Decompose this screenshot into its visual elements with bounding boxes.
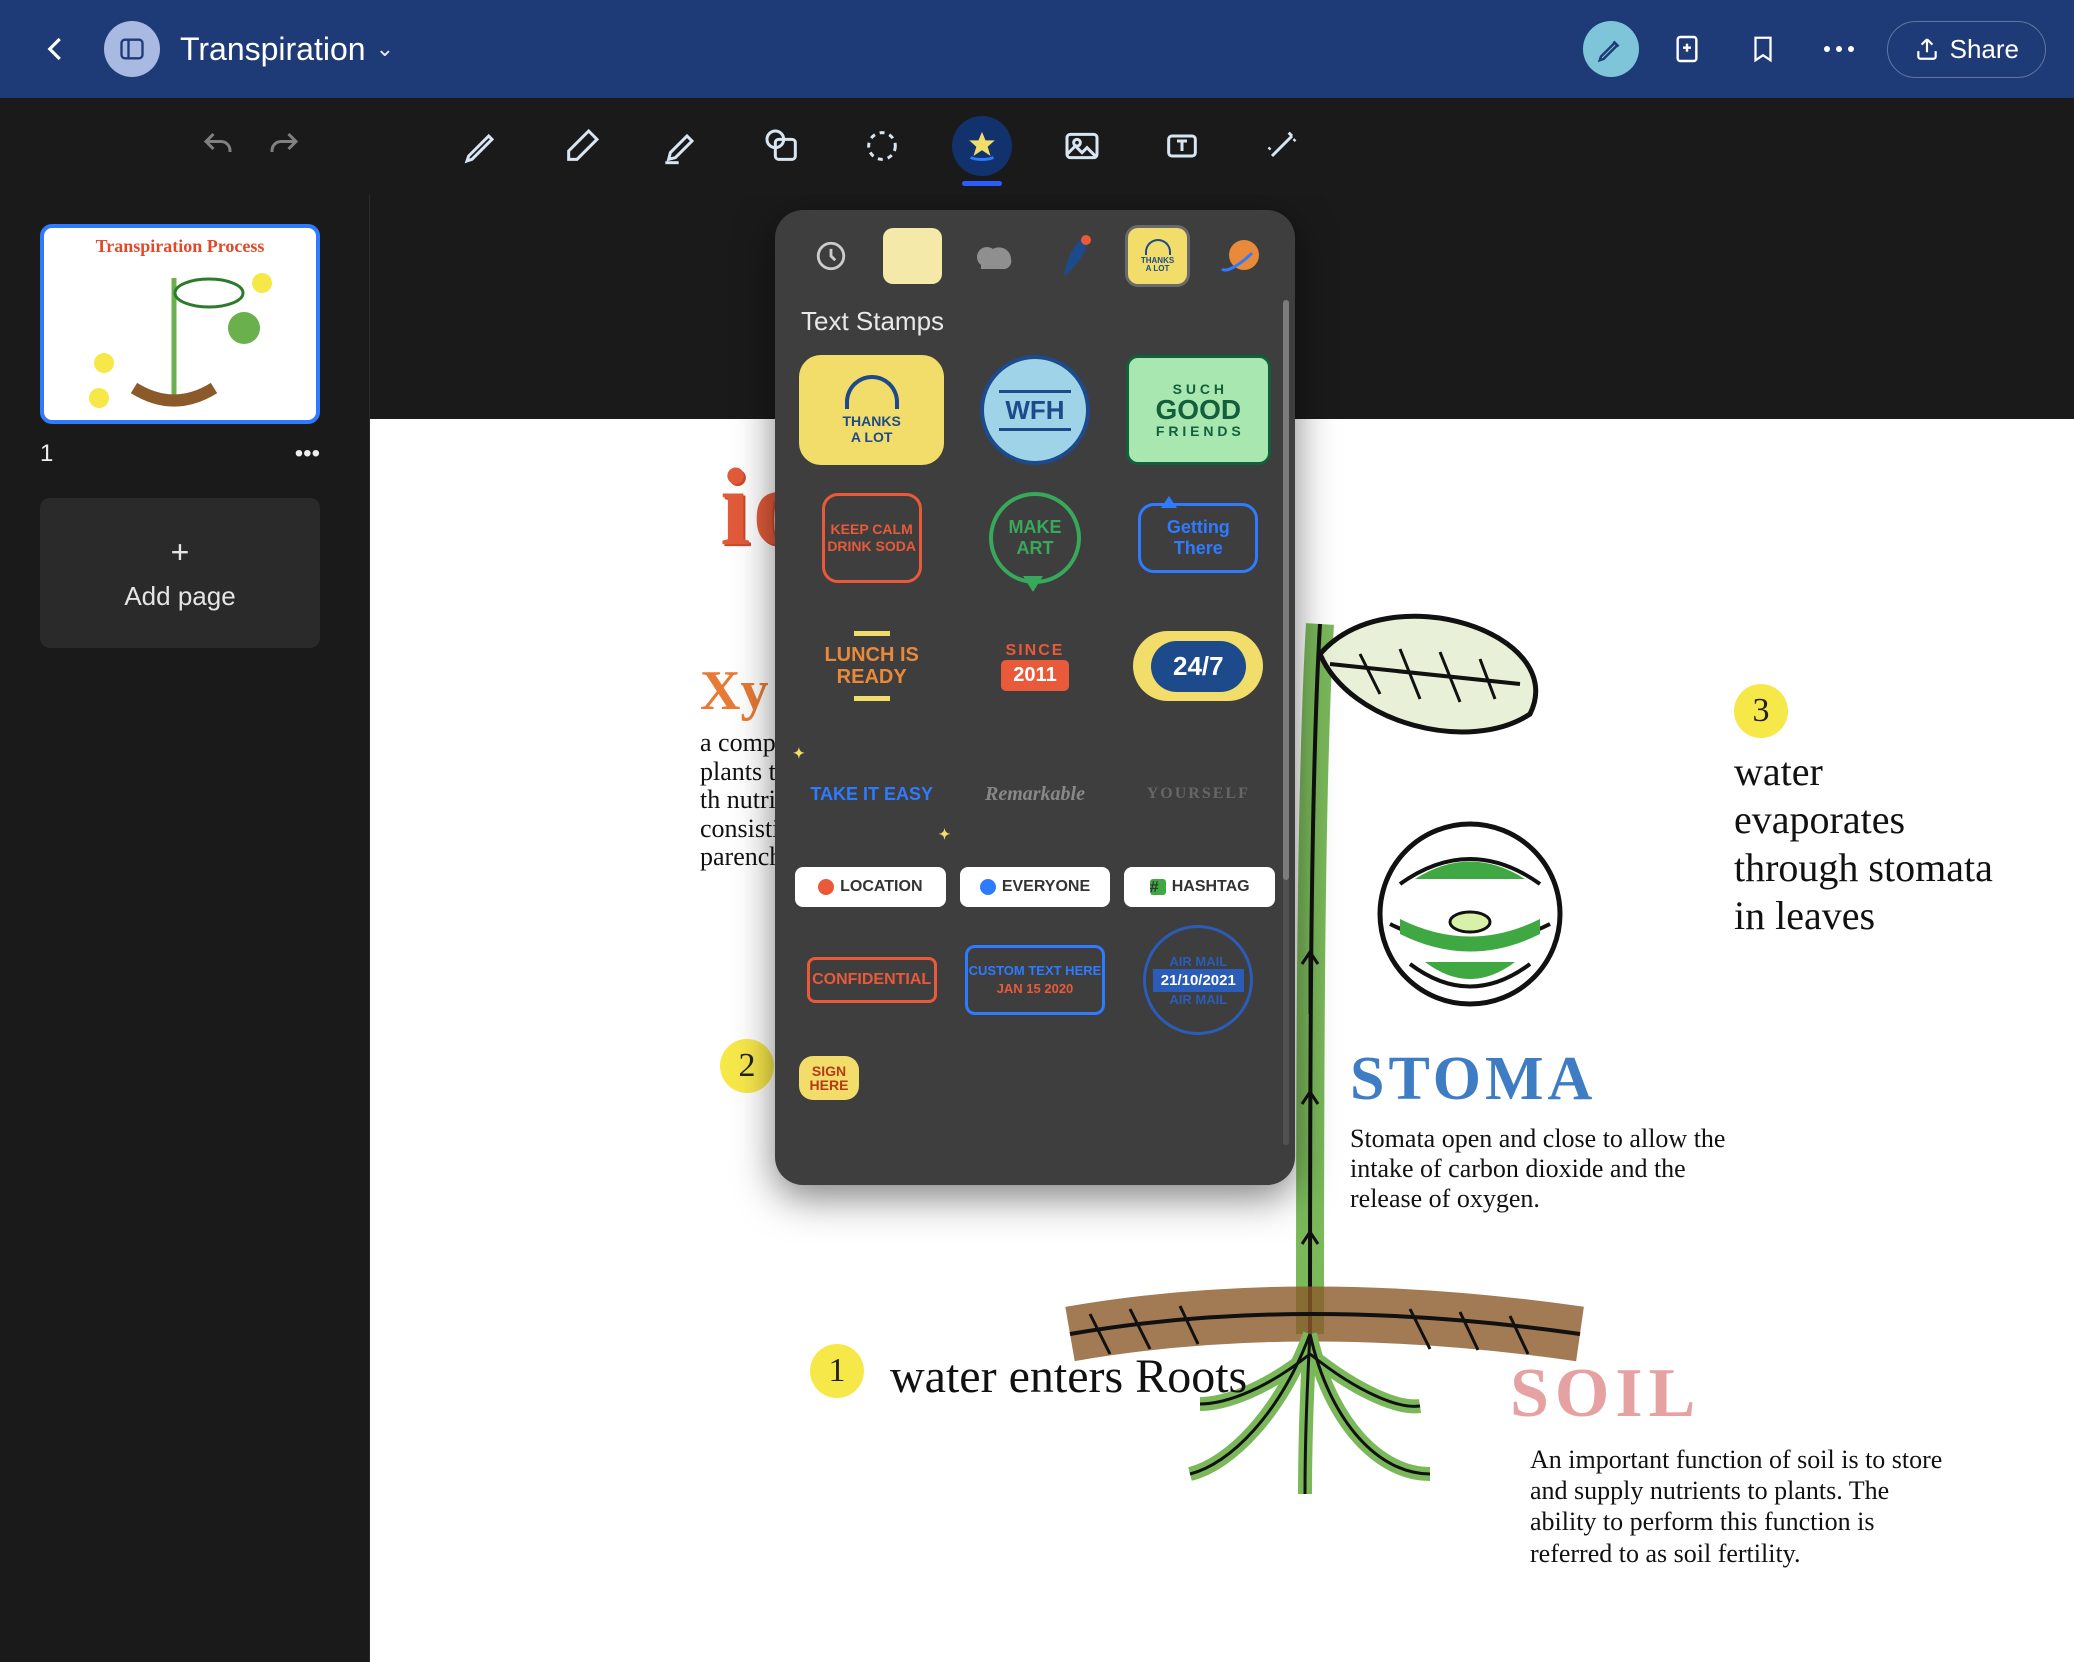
- tab-planets[interactable]: [1209, 228, 1269, 284]
- sticker-good-friends[interactable]: S U C H GOOD F R I E N D S: [1126, 355, 1271, 465]
- canvas-area[interactable]: ion Process Xy a comp plants t and th nu…: [370, 194, 2074, 1662]
- sticker-keep-calm[interactable]: KEEP CALM DRINK SODA: [799, 483, 944, 593]
- plus-icon: +: [171, 534, 190, 571]
- sticker-grid: THANKS A LOT WFH S U C H GOOD F R I E N …: [795, 355, 1275, 849]
- step-3-badge: 3: [1734, 684, 1788, 738]
- bookmark-button[interactable]: [1735, 21, 1791, 77]
- drawing-toolbar: [0, 98, 2074, 194]
- sticker-since-2011[interactable]: SINCE 2011: [962, 611, 1107, 721]
- page-sidebar: Transpiration Process 1 ••• + Add page: [0, 194, 370, 1662]
- tab-sticky-notes[interactable]: [883, 228, 943, 284]
- more-options-button[interactable]: [1811, 21, 1867, 77]
- stoma-text: Stomata open and close to allow the inta…: [1350, 1124, 1750, 1214]
- pen-mode-button[interactable]: [1583, 21, 1639, 77]
- step-2-badge: 2: [720, 1039, 774, 1093]
- document-title-dropdown[interactable]: Transpiration ⌄: [180, 31, 394, 68]
- page-number: 1: [40, 440, 53, 468]
- popover-scrollbar[interactable]: [1283, 300, 1289, 1145]
- sticker-tool[interactable]: [952, 116, 1012, 176]
- sticker-thanks-a-lot[interactable]: THANKS A LOT: [799, 355, 944, 465]
- tab-text-stamps[interactable]: THANKS A LOT: [1128, 228, 1188, 284]
- lasso-tool[interactable]: [852, 116, 912, 176]
- sticker-remarkable[interactable]: Remarkable: [962, 739, 1107, 849]
- pen-tool[interactable]: [452, 116, 512, 176]
- add-page-button[interactable]: + Add page: [40, 498, 320, 648]
- eraser-tool[interactable]: [552, 116, 612, 176]
- soil-label: SOIL: [1510, 1354, 1701, 1434]
- step-2-block: 2: [720, 1039, 774, 1103]
- stoma-label: STOMA: [1350, 1044, 1596, 1115]
- highlighter-tool[interactable]: [652, 116, 712, 176]
- sticker-take-it-easy[interactable]: TAKE IT EASY: [799, 739, 944, 849]
- tab-recent[interactable]: [801, 228, 861, 284]
- share-button[interactable]: Share: [1887, 21, 2046, 78]
- chevron-down-icon: ⌄: [376, 36, 394, 62]
- sticker-grid-2: CONFIDENTIAL CUSTOM TEXT HERE JAN 15 202…: [795, 925, 1275, 1103]
- sticker-popover: THANKS A LOT Text Stamps THANKS A LOT WF…: [775, 210, 1295, 1185]
- xylem-label: Xy: [700, 659, 768, 723]
- sticker-confidential[interactable]: CONFIDENTIAL: [799, 925, 944, 1035]
- sticker-custom-text[interactable]: CUSTOM TEXT HERE JAN 15 2020: [962, 925, 1107, 1035]
- back-button[interactable]: [28, 21, 84, 77]
- document-title-text: Transpiration: [180, 31, 366, 68]
- sticker-wfh[interactable]: WFH: [962, 355, 1107, 465]
- sticker-category-tabs: THANKS A LOT: [795, 228, 1275, 284]
- step-1-text: water enters Roots: [890, 1350, 1247, 1403]
- text-tool[interactable]: [1152, 116, 1212, 176]
- page-more-button[interactable]: •••: [295, 440, 320, 468]
- shape-tool[interactable]: [752, 116, 812, 176]
- tab-feather[interactable]: [1046, 228, 1106, 284]
- step-3-block: 3 water evaporates through stomata in le…: [1734, 684, 1994, 940]
- share-label: Share: [1950, 34, 2019, 65]
- new-page-button[interactable]: [1659, 21, 1715, 77]
- step-1-badge: 1: [810, 1344, 864, 1398]
- sticker-sign-here[interactable]: SIGN HERE: [799, 1053, 944, 1103]
- sticker-tool-icon: [952, 116, 1012, 176]
- soil-text: An important function of soil is to stor…: [1530, 1444, 1950, 1569]
- sticker-lunch-ready[interactable]: LUNCH IS READY: [799, 611, 944, 721]
- sticker-getting-there[interactable]: Getting There: [1126, 483, 1271, 593]
- sticker-24-7[interactable]: 24/7: [1126, 611, 1271, 721]
- step-1-block: 1 water enters Roots: [890, 1349, 1247, 1404]
- main-area: Transpiration Process 1 ••• + Add page: [0, 194, 2074, 1662]
- undo-button[interactable]: [200, 128, 236, 164]
- popover-section-title: Text Stamps: [801, 306, 1275, 337]
- page-thumbnail[interactable]: Transpiration Process: [40, 224, 320, 424]
- sidebar-toggle-button[interactable]: [104, 21, 160, 77]
- sticker-everyone[interactable]: EVERYONE: [960, 867, 1111, 907]
- top-navbar: Transpiration ⌄ Share: [0, 0, 2074, 98]
- sticker-make-art[interactable]: MAKE ART: [962, 483, 1107, 593]
- image-tool[interactable]: [1052, 116, 1112, 176]
- tab-clouds[interactable]: [964, 228, 1024, 284]
- step-3-text: water evaporates through stomata in leav…: [1734, 749, 1993, 938]
- magic-tool[interactable]: [1252, 116, 1312, 176]
- add-page-label: Add page: [124, 581, 235, 612]
- redo-button[interactable]: [266, 128, 302, 164]
- sticker-location[interactable]: LOCATION: [795, 867, 946, 907]
- sticker-air-mail[interactable]: AIR MAIL 21/10/2021 AIR MAIL: [1126, 925, 1271, 1035]
- sticker-hashtag[interactable]: #HASHTAG: [1124, 867, 1275, 907]
- sticker-pill-row: LOCATION EVERYONE #HASHTAG: [795, 867, 1275, 907]
- sticker-yourself[interactable]: YOURSELF: [1126, 739, 1271, 849]
